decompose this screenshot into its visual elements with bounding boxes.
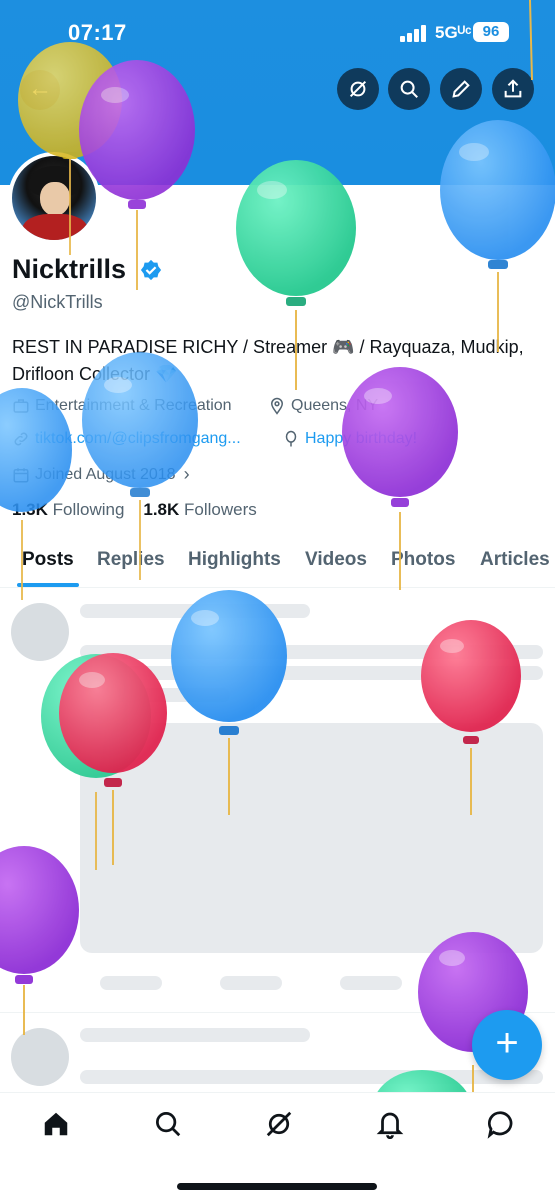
home-icon[interactable] — [41, 1109, 71, 1139]
tab-photos[interactable]: Photos — [391, 549, 455, 571]
home-indicator — [177, 1183, 377, 1190]
search-icon — [400, 80, 418, 98]
balloon — [0, 846, 79, 1035]
active-tab-indicator — [17, 583, 79, 587]
status-time: 07:17 — [68, 20, 127, 45]
search-icon[interactable] — [153, 1109, 183, 1139]
location-row: Queens, NY — [268, 397, 378, 415]
birthday-row[interactable]: Happy birthday! — [282, 430, 417, 448]
skeleton-line — [80, 688, 230, 702]
arrow-left-icon: ← — [28, 75, 52, 102]
signal-icon — [400, 24, 426, 42]
network-label: 5Gᵁᶜ — [435, 23, 472, 42]
skeleton-avatar — [11, 1028, 69, 1086]
tab-replies[interactable]: Replies — [97, 549, 165, 571]
calendar-icon — [13, 467, 29, 482]
joined-label: Joined August 2018 — [35, 465, 176, 483]
followers-link[interactable]: 1.8K Followers — [143, 500, 256, 519]
compose-button[interactable]: + — [472, 1010, 542, 1080]
skeleton-line — [80, 645, 543, 659]
briefcase-icon — [13, 399, 29, 413]
bell-icon[interactable] — [375, 1109, 405, 1139]
display-name: Nicktrills — [12, 254, 127, 284]
location-pin-icon — [270, 397, 284, 415]
tab-highlights[interactable]: Highlights — [188, 549, 281, 571]
back-button[interactable]: ← — [20, 70, 60, 110]
chevron-right-icon: › — [183, 464, 190, 484]
website-row[interactable]: tiktok.com/@clipsfromgang... — [12, 430, 241, 448]
edit-button[interactable] — [440, 68, 482, 110]
tab-articles[interactable]: Articles — [480, 549, 550, 571]
bio: REST IN PARADISE RICHY / Streamer 🎮 / Ra… — [12, 337, 524, 384]
joined-row[interactable]: Joined August 2018 › — [12, 464, 190, 485]
skeleton-line — [80, 666, 543, 680]
skeleton-media — [80, 723, 543, 953]
followers-count: 1.8K — [143, 500, 180, 519]
link-icon — [14, 432, 28, 446]
category-label: Entertainment & Recreation — [35, 397, 232, 414]
skeleton-action — [340, 976, 402, 990]
follow-counts: 1.3K Following 1.8K Followers — [12, 500, 257, 520]
skeleton-line — [80, 604, 310, 618]
skeleton-action — [100, 976, 162, 990]
verified-badge-icon — [140, 259, 162, 281]
edit-icon — [452, 80, 470, 98]
following-count: 1.3K — [12, 500, 48, 519]
grok-icon[interactable] — [264, 1109, 294, 1139]
website-link[interactable]: tiktok.com/@clipsfromgang... — [35, 430, 241, 448]
search-button[interactable] — [388, 68, 430, 110]
balloon-icon — [285, 430, 297, 447]
handle: @NickTrills — [12, 292, 103, 312]
profile-tabs: Posts Replies Highlights Videos Photos A… — [0, 536, 555, 588]
battery-indicator: 96 — [473, 22, 509, 42]
followers-label: Followers — [184, 500, 257, 519]
grok-icon — [349, 80, 367, 98]
skeleton-action — [220, 976, 282, 990]
skeleton-line — [80, 1028, 310, 1042]
birthday-label[interactable]: Happy birthday! — [305, 430, 417, 448]
location-label: Queens, NY — [291, 397, 379, 414]
following-link[interactable]: 1.3K Following — [12, 500, 124, 519]
following-label: Following — [52, 500, 125, 519]
avatar[interactable] — [8, 152, 100, 244]
status-bar: 07:17 5Gᵁᶜ 96 — [0, 0, 555, 60]
share-button[interactable] — [492, 68, 534, 110]
tab-posts[interactable]: Posts — [22, 549, 74, 571]
skeleton-line — [80, 1070, 543, 1084]
skeleton-avatar — [11, 603, 69, 661]
divider — [0, 1012, 555, 1013]
share-icon — [504, 79, 522, 98]
category-row: Entertainment & Recreation — [12, 397, 232, 415]
tab-videos[interactable]: Videos — [305, 549, 367, 571]
grok-button[interactable] — [337, 68, 379, 110]
messages-icon[interactable] — [486, 1109, 516, 1139]
